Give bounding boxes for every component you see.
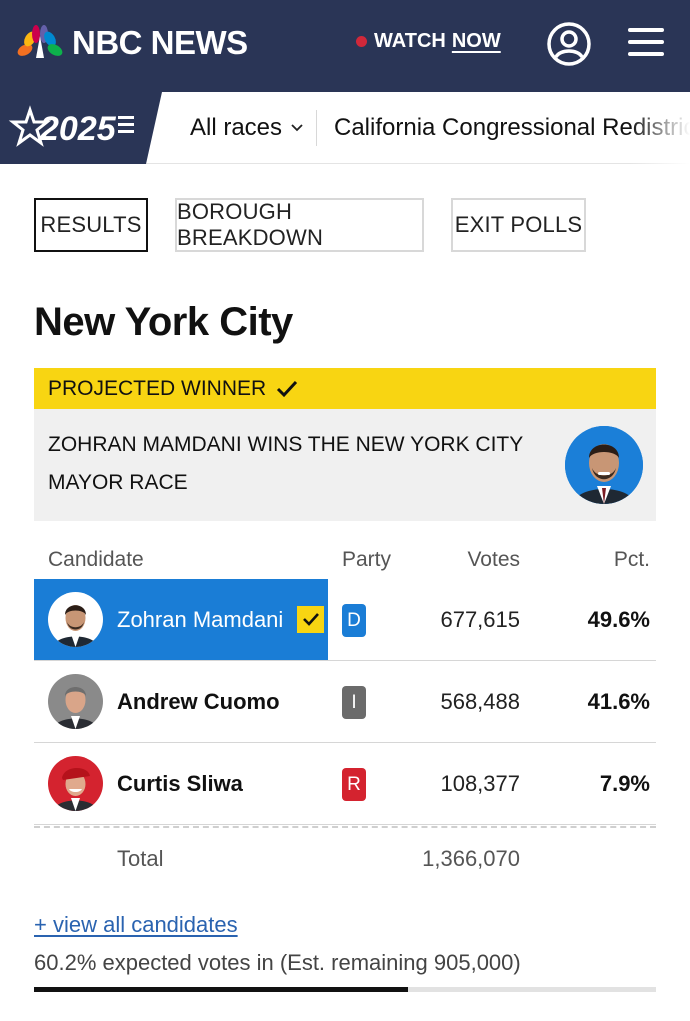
tab-borough-breakdown[interactable]: BOROUGH BREAKDOWN (175, 198, 424, 252)
candidate-name: Zohran Mamdani (117, 606, 284, 632)
candidate-avatar (48, 756, 103, 811)
candidate-votes: 677,615 (440, 607, 520, 632)
nbc-news-logo[interactable]: NBC NEWS (16, 24, 248, 62)
winner-check-icon (297, 606, 325, 633)
total-votes: 1,366,070 (422, 846, 520, 871)
candidate-name: Andrew Cuomo (117, 688, 280, 714)
tab-results[interactable]: RESULTS (34, 198, 148, 252)
checkmark-icon (277, 380, 298, 397)
projected-winner-label: PROJECTED WINNER (48, 376, 267, 400)
candidate-row[interactable]: Andrew Cuomo I 568,488 41.6% (34, 661, 656, 743)
candidate-cell: Curtis Sliwa (34, 743, 328, 824)
candidate-pct: 41.6% (587, 689, 650, 714)
tab-exit-polls[interactable]: EXIT POLLS (451, 198, 586, 252)
live-dot-icon (356, 36, 367, 47)
projected-winner-banner: PROJECTED WINNER (34, 368, 656, 409)
race-title: New York City (34, 300, 293, 344)
winner-summary: ZOHRAN MAMDANI WINS THE NEW YORK CITY MA… (34, 409, 656, 521)
header-party: Party (342, 548, 392, 571)
header-votes: Votes (467, 548, 520, 571)
candidate-row[interactable]: Zohran Mamdani D 677,615 49.6% (34, 579, 656, 661)
election-nav: 2025 All races California Congressional … (0, 92, 690, 164)
year-badge-text: 2025 (39, 110, 117, 148)
all-races-label: All races (190, 114, 283, 141)
candidate-avatar (48, 592, 103, 647)
progress-fill (34, 987, 409, 992)
header-candidate: Candidate (48, 548, 144, 571)
candidate-cell: Andrew Cuomo (34, 661, 328, 742)
now-label: NOW (451, 30, 501, 52)
peacock-icon (17, 25, 63, 58)
account-icon[interactable] (546, 21, 592, 67)
total-label: Total (117, 846, 164, 871)
watch-label: WATCH (374, 30, 446, 52)
candidate-pct: 49.6% (587, 607, 650, 632)
candidate-row[interactable]: Curtis Sliwa R 108,377 7.9% (34, 743, 656, 825)
candidate-votes: 108,377 (440, 771, 520, 796)
total-divider (34, 826, 656, 828)
watch-now-link[interactable]: WATCH NOW (356, 30, 501, 53)
expected-votes-progress (34, 987, 656, 992)
nav-divider (316, 110, 317, 146)
party-badge: R (342, 768, 366, 801)
hamburger-menu-icon[interactable] (628, 28, 664, 60)
chevron-down-icon (291, 124, 303, 132)
party-badge: D (342, 604, 366, 637)
party-badge: I (342, 686, 366, 719)
candidate-avatar (48, 674, 103, 729)
all-races-dropdown[interactable]: All races (190, 114, 304, 142)
election-2025-badge[interactable]: 2025 (0, 92, 162, 164)
candidate-name: Curtis Sliwa (117, 770, 243, 796)
header-pct: Pct. (613, 548, 650, 571)
nav-fade (630, 92, 690, 164)
candidate-pct: 7.9% (599, 771, 650, 796)
view-all-candidates-link[interactable]: + view all candidates (34, 912, 238, 938)
winner-text: ZOHRAN MAMDANI WINS THE NEW YORK CITY MA… (48, 433, 523, 494)
winner-avatar (565, 426, 643, 504)
candidate-cell: Zohran Mamdani (34, 579, 328, 660)
expected-votes-text: 60.2% expected votes in (Est. remaining … (34, 950, 521, 975)
candidate-votes: 568,488 (440, 689, 520, 714)
brand-name: NBC NEWS (72, 24, 248, 61)
site-header: NBC NEWS WATCH NOW (0, 0, 690, 92)
